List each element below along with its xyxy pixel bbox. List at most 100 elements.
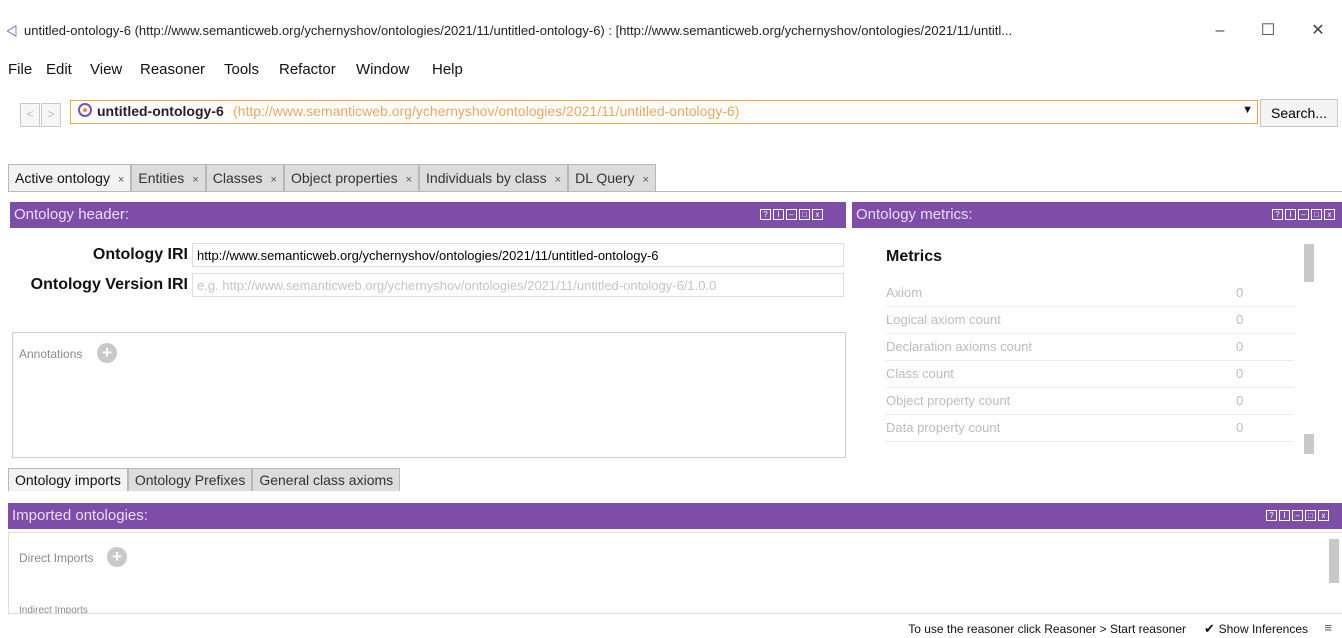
panel-controls: ? I – □ x bbox=[1266, 510, 1329, 521]
status-bar: To use the reasoner click Reasoner > Sta… bbox=[0, 618, 1342, 638]
maximize-button[interactable]: ☐ bbox=[1254, 20, 1282, 42]
show-inferences-checkbox[interactable]: ✔ bbox=[1204, 622, 1218, 635]
menu-tools[interactable]: Tools bbox=[224, 61, 259, 78]
ontology-iri-label: Ontology IRI bbox=[92, 246, 188, 263]
metrics-row: Declaration axioms count 0 bbox=[886, 334, 1294, 361]
imports-list-area: Direct Imports + Indirect Imports bbox=[8, 532, 1342, 614]
minimize-panel-icon[interactable]: – bbox=[1292, 510, 1303, 521]
metric-label: Object property count bbox=[886, 393, 1011, 408]
tab-label: Entities bbox=[138, 170, 185, 186]
tab-ontology-imports[interactable]: Ontology imports bbox=[8, 468, 128, 491]
metrics-table-area: Metrics Axiom 0 Logical axiom count 0 Decl… bbox=[852, 238, 1342, 456]
metric-value: 0 bbox=[1236, 393, 1244, 408]
menu-help[interactable]: Help bbox=[432, 61, 463, 78]
indirect-imports-label: Indirect Imports bbox=[19, 605, 88, 614]
add-annotation-icon[interactable]: + bbox=[97, 343, 117, 363]
metrics-row: Class count 0 bbox=[886, 361, 1294, 388]
metric-label: Axiom bbox=[886, 285, 923, 300]
panel-controls: ? I – □ x bbox=[760, 209, 823, 220]
close-panel-icon[interactable]: x bbox=[1318, 510, 1329, 521]
metric-label: Data property count bbox=[886, 420, 1001, 435]
window-title: untitled-ontology-6 (http://www.semantic… bbox=[24, 23, 1013, 38]
tab-object-properties[interactable]: Object properties × bbox=[283, 164, 420, 191]
imports-tab-bar: Ontology imports Ontology Prefixes Gener… bbox=[8, 468, 401, 492]
menu-file[interactable]: File bbox=[8, 61, 32, 78]
tab-label: Individuals by class bbox=[426, 170, 547, 186]
tab-individuals-by-class[interactable]: Individuals by class × bbox=[419, 164, 569, 191]
tab-entities[interactable]: Entities × bbox=[131, 164, 206, 191]
minimize-panel-icon[interactable]: – bbox=[1298, 209, 1309, 220]
metric-value: 0 bbox=[1236, 312, 1244, 327]
ontology-iri-field[interactable]: http://www.semanticweb.org/ychernyshov/o… bbox=[192, 243, 844, 267]
metrics-row: Object property count 0 bbox=[886, 388, 1294, 415]
tab-active-ontology[interactable]: Active ontology × bbox=[8, 164, 132, 191]
metrics-row: Axiom 0 bbox=[886, 280, 1294, 307]
ontology-navigation-bar: < > untitled-ontology-6 (http://www.sema… bbox=[0, 96, 1342, 134]
metric-value: 0 bbox=[1236, 285, 1244, 300]
panel-controls: ? I – □ x bbox=[1272, 209, 1335, 220]
help-icon[interactable]: ? bbox=[1272, 209, 1283, 220]
log-icon[interactable]: ≡ bbox=[1324, 620, 1332, 635]
tab-ontology-prefixes[interactable]: Ontology Prefixes bbox=[127, 468, 253, 491]
main-tab-bar: Active ontology × Entities × Classes × Obje… bbox=[8, 164, 656, 192]
active-ontology-iri: (http://www.semanticweb.org/ychernyshov/… bbox=[233, 103, 740, 119]
cropped-text-strip bbox=[0, 0, 1342, 8]
reasoner-hint-text: To use the reasoner click Reasoner > Sta… bbox=[908, 622, 1186, 636]
imports-scrollbar-thumb[interactable] bbox=[1329, 539, 1339, 583]
forward-button[interactable]: > bbox=[41, 103, 61, 127]
back-button[interactable]: < bbox=[20, 103, 40, 127]
ontology-version-iri-field[interactable]: e.g. http://www.semanticweb.org/ychernys… bbox=[192, 273, 844, 297]
tab-dl-query[interactable]: DL Query × bbox=[568, 164, 656, 191]
menu-reasoner[interactable]: Reasoner bbox=[140, 61, 205, 78]
metrics-scrollbar-thumb-top[interactable] bbox=[1304, 244, 1314, 282]
menu-edit[interactable]: Edit bbox=[46, 61, 72, 78]
tab-close-icon[interactable]: × bbox=[118, 174, 124, 186]
ontology-header-panel-title: Ontology header: ? I – □ x bbox=[10, 202, 846, 228]
imported-ontologies-panel-title: Imported ontologies: ? I – □ x bbox=[8, 503, 1342, 529]
info-icon[interactable]: I bbox=[1279, 510, 1290, 521]
minimize-panel-icon[interactable]: – bbox=[786, 209, 797, 220]
tab-close-icon[interactable]: × bbox=[192, 174, 198, 186]
metric-value: 0 bbox=[1236, 339, 1244, 354]
menu-view[interactable]: View bbox=[90, 61, 122, 78]
tab-close-icon[interactable]: × bbox=[406, 174, 412, 186]
ontology-icon bbox=[78, 103, 92, 117]
maximize-panel-icon[interactable]: □ bbox=[1311, 209, 1322, 220]
tab-divider bbox=[8, 191, 1342, 192]
help-icon[interactable]: ? bbox=[1266, 510, 1277, 521]
tab-label: DL Query bbox=[575, 170, 635, 186]
metrics-heading: Metrics bbox=[886, 248, 943, 265]
minimize-button[interactable]: – bbox=[1206, 20, 1234, 42]
metric-label: Logical axiom count bbox=[886, 312, 1001, 327]
metrics-scrollbar-thumb-bottom[interactable] bbox=[1304, 434, 1314, 454]
maximize-panel-icon[interactable]: □ bbox=[799, 209, 810, 220]
tab-classes[interactable]: Classes × bbox=[205, 164, 284, 191]
maximize-panel-icon[interactable]: □ bbox=[1305, 510, 1316, 521]
menu-refactor[interactable]: Refactor bbox=[279, 61, 336, 78]
help-icon[interactable]: ? bbox=[760, 209, 771, 220]
menu-window[interactable]: Window bbox=[356, 61, 409, 78]
direct-imports-label: Direct Imports bbox=[19, 551, 94, 565]
info-icon[interactable]: I bbox=[1285, 209, 1296, 220]
active-ontology-selector[interactable]: untitled-ontology-6 (http://www.semantic… bbox=[70, 100, 1258, 124]
panel-title-text: Ontology header: bbox=[14, 206, 130, 223]
tab-close-icon[interactable]: × bbox=[555, 174, 561, 186]
tab-close-icon[interactable]: × bbox=[642, 174, 648, 186]
tab-general-class-axioms[interactable]: General class axioms bbox=[252, 468, 401, 491]
metric-label: Declaration axioms count bbox=[886, 339, 1032, 354]
tab-close-icon[interactable]: × bbox=[271, 174, 277, 186]
window-titlebar: ⨞ untitled-ontology-6 (http://www.semant… bbox=[0, 14, 1342, 48]
ontology-version-iri-label: Ontology Version IRI bbox=[30, 276, 188, 293]
info-icon[interactable]: I bbox=[773, 209, 784, 220]
tab-label: Active ontology bbox=[15, 170, 110, 186]
add-import-icon[interactable]: + bbox=[107, 547, 127, 567]
close-button[interactable]: ✕ bbox=[1304, 20, 1332, 42]
ontology-metrics-panel-title: Ontology metrics: ? I – □ x bbox=[852, 202, 1342, 228]
close-panel-icon[interactable]: x bbox=[812, 209, 823, 220]
show-inferences-label: Show Inferences bbox=[1218, 622, 1308, 636]
protege-app-icon: ⨞ bbox=[6, 23, 18, 39]
search-button[interactable]: Search... bbox=[1260, 99, 1338, 127]
menu-bar: File Edit View Reasoner Tools Refactor W… bbox=[0, 52, 1342, 86]
close-panel-icon[interactable]: x bbox=[1324, 209, 1335, 220]
dropdown-arrow-icon[interactable]: ▼ bbox=[1242, 104, 1253, 116]
